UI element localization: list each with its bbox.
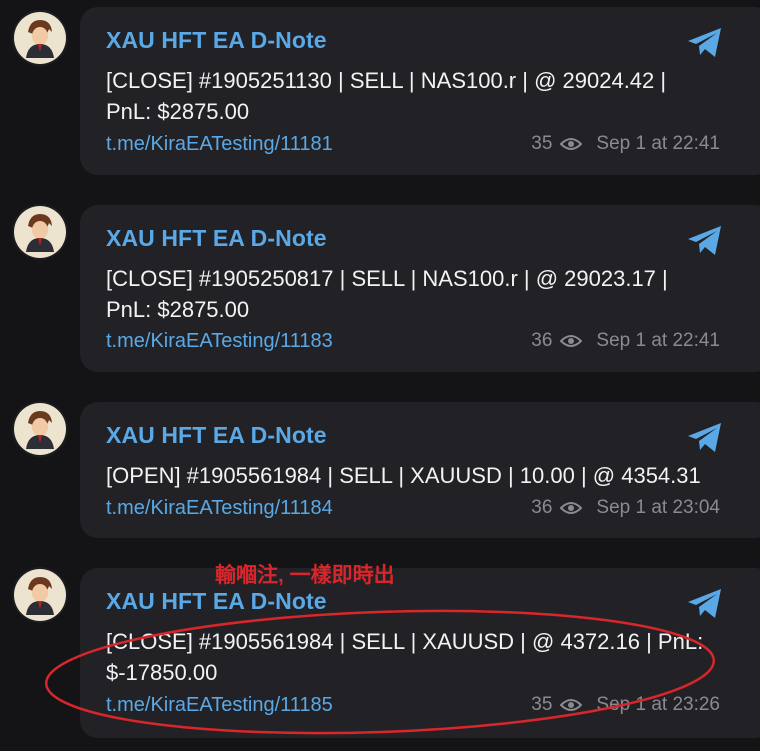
message-meta: 35 Sep 1 at 22:41 <box>531 133 720 155</box>
sender-name[interactable]: XAU HFT EA D-Note <box>106 422 327 449</box>
channel-avatar[interactable] <box>14 403 66 455</box>
message-text-line: PnL: $2875.00 <box>106 99 250 124</box>
message-link[interactable]: t.me/KiraEATesting/11181 <box>106 133 333 156</box>
message-text-line: [CLOSE] #1905561984 | SELL | XAUUSD | @ … <box>106 629 704 654</box>
telegram-share-icon[interactable] <box>686 422 724 454</box>
eye-icon <box>560 699 583 711</box>
message-bubble[interactable]: XAU HFT EA D-Note [CLOSE] #1905251130 | … <box>80 7 760 175</box>
message-link[interactable]: t.me/KiraEATesting/11185 <box>106 694 333 717</box>
message-text-line: [CLOSE] #1905251130 | SELL | NAS100.r | … <box>106 68 667 93</box>
message-bubble[interactable]: XAU HFT EA D-Note [CLOSE] #1905250817 | … <box>80 205 760 372</box>
message-meta: 35 Sep 1 at 23:26 <box>531 694 720 716</box>
sender-name[interactable]: XAU HFT EA D-Note <box>106 588 327 615</box>
message-text-line: [CLOSE] #1905250817 | SELL | NAS100.r | … <box>106 266 668 291</box>
message-meta: 36 Sep 1 at 22:41 <box>531 330 720 352</box>
view-count: 36 <box>531 497 553 518</box>
telegram-share-icon[interactable] <box>686 27 724 59</box>
message-bubble[interactable]: XAU HFT EA D-Note [CLOSE] #1905561984 | … <box>80 568 760 738</box>
channel-avatar[interactable] <box>14 569 66 621</box>
message-text-line: $-17850.00 <box>106 660 218 685</box>
sender-name[interactable]: XAU HFT EA D-Note <box>106 27 327 54</box>
annotation-note: 輸嗰注, 一樣即時出 <box>215 564 395 587</box>
message-link[interactable]: t.me/KiraEATesting/11183 <box>106 330 333 353</box>
channel-avatar[interactable] <box>14 206 66 258</box>
timestamp: Sep 1 at 23:26 <box>596 694 720 715</box>
timestamp: Sep 1 at 23:04 <box>596 497 720 518</box>
telegram-share-icon[interactable] <box>686 225 724 257</box>
message-bubble[interactable]: XAU HFT EA D-Note [OPEN] #1905561984 | S… <box>80 402 760 538</box>
eye-icon <box>560 138 583 150</box>
view-count: 36 <box>531 330 553 351</box>
view-count: 35 <box>531 133 553 154</box>
message-text-line: PnL: $2875.00 <box>106 297 250 322</box>
sender-name[interactable]: XAU HFT EA D-Note <box>106 225 327 252</box>
message-link[interactable]: t.me/KiraEATesting/11184 <box>106 497 333 520</box>
channel-avatar[interactable] <box>14 12 66 64</box>
eye-icon <box>560 335 583 347</box>
telegram-share-icon[interactable] <box>686 588 724 620</box>
message-meta: 36 Sep 1 at 23:04 <box>531 497 720 519</box>
timestamp: Sep 1 at 22:41 <box>596 133 720 154</box>
message-text-line: [OPEN] #1905561984 | SELL | XAUUSD | 10.… <box>106 463 701 488</box>
eye-icon <box>560 502 583 514</box>
view-count: 35 <box>531 694 553 715</box>
timestamp: Sep 1 at 22:41 <box>596 330 720 351</box>
